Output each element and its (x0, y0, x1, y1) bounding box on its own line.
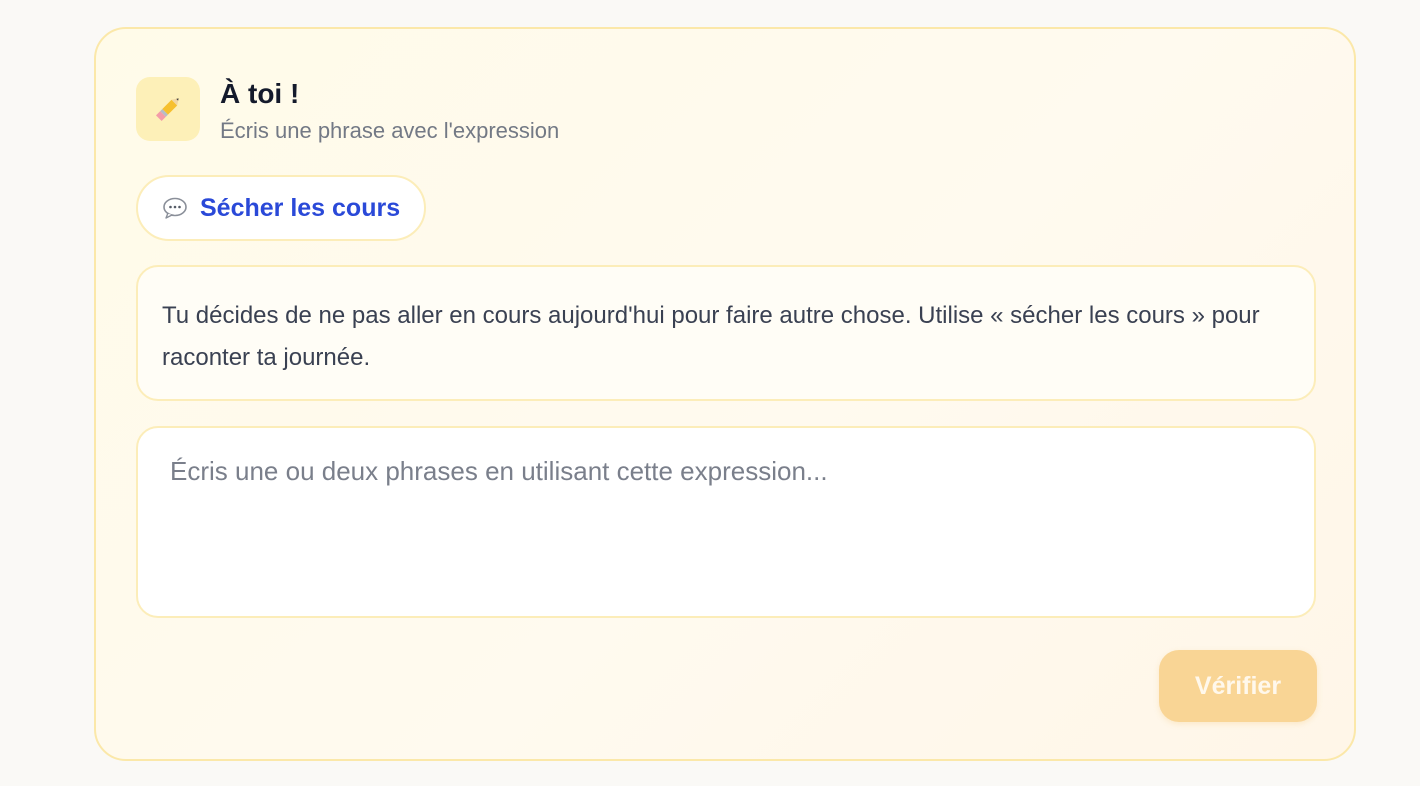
exercise-header: À toi ! Écris une phrase avec l'expressi… (136, 77, 559, 145)
exercise-card: À toi ! Écris une phrase avec l'expressi… (94, 27, 1356, 761)
answer-input[interactable] (136, 426, 1316, 618)
exercise-title: À toi ! (220, 78, 300, 109)
pencil-icon-box (136, 77, 200, 141)
pencil-icon (155, 98, 179, 122)
prompt-text: Tu décides de ne pas aller en cours aujo… (162, 302, 1260, 371)
prompt-box: Tu décides de ne pas aller en cours aujo… (136, 265, 1316, 401)
exercise-subtitle: Écris une phrase avec l'expression (220, 118, 560, 143)
expression-label: Sécher les cours (200, 193, 401, 222)
verify-button[interactable]: Vérifier (1159, 650, 1317, 722)
header-text: À toi ! Écris une phrase avec l'expressi… (220, 77, 559, 145)
speech-bubble-icon (163, 197, 187, 219)
expression-pill: Sécher les cours (136, 175, 427, 241)
